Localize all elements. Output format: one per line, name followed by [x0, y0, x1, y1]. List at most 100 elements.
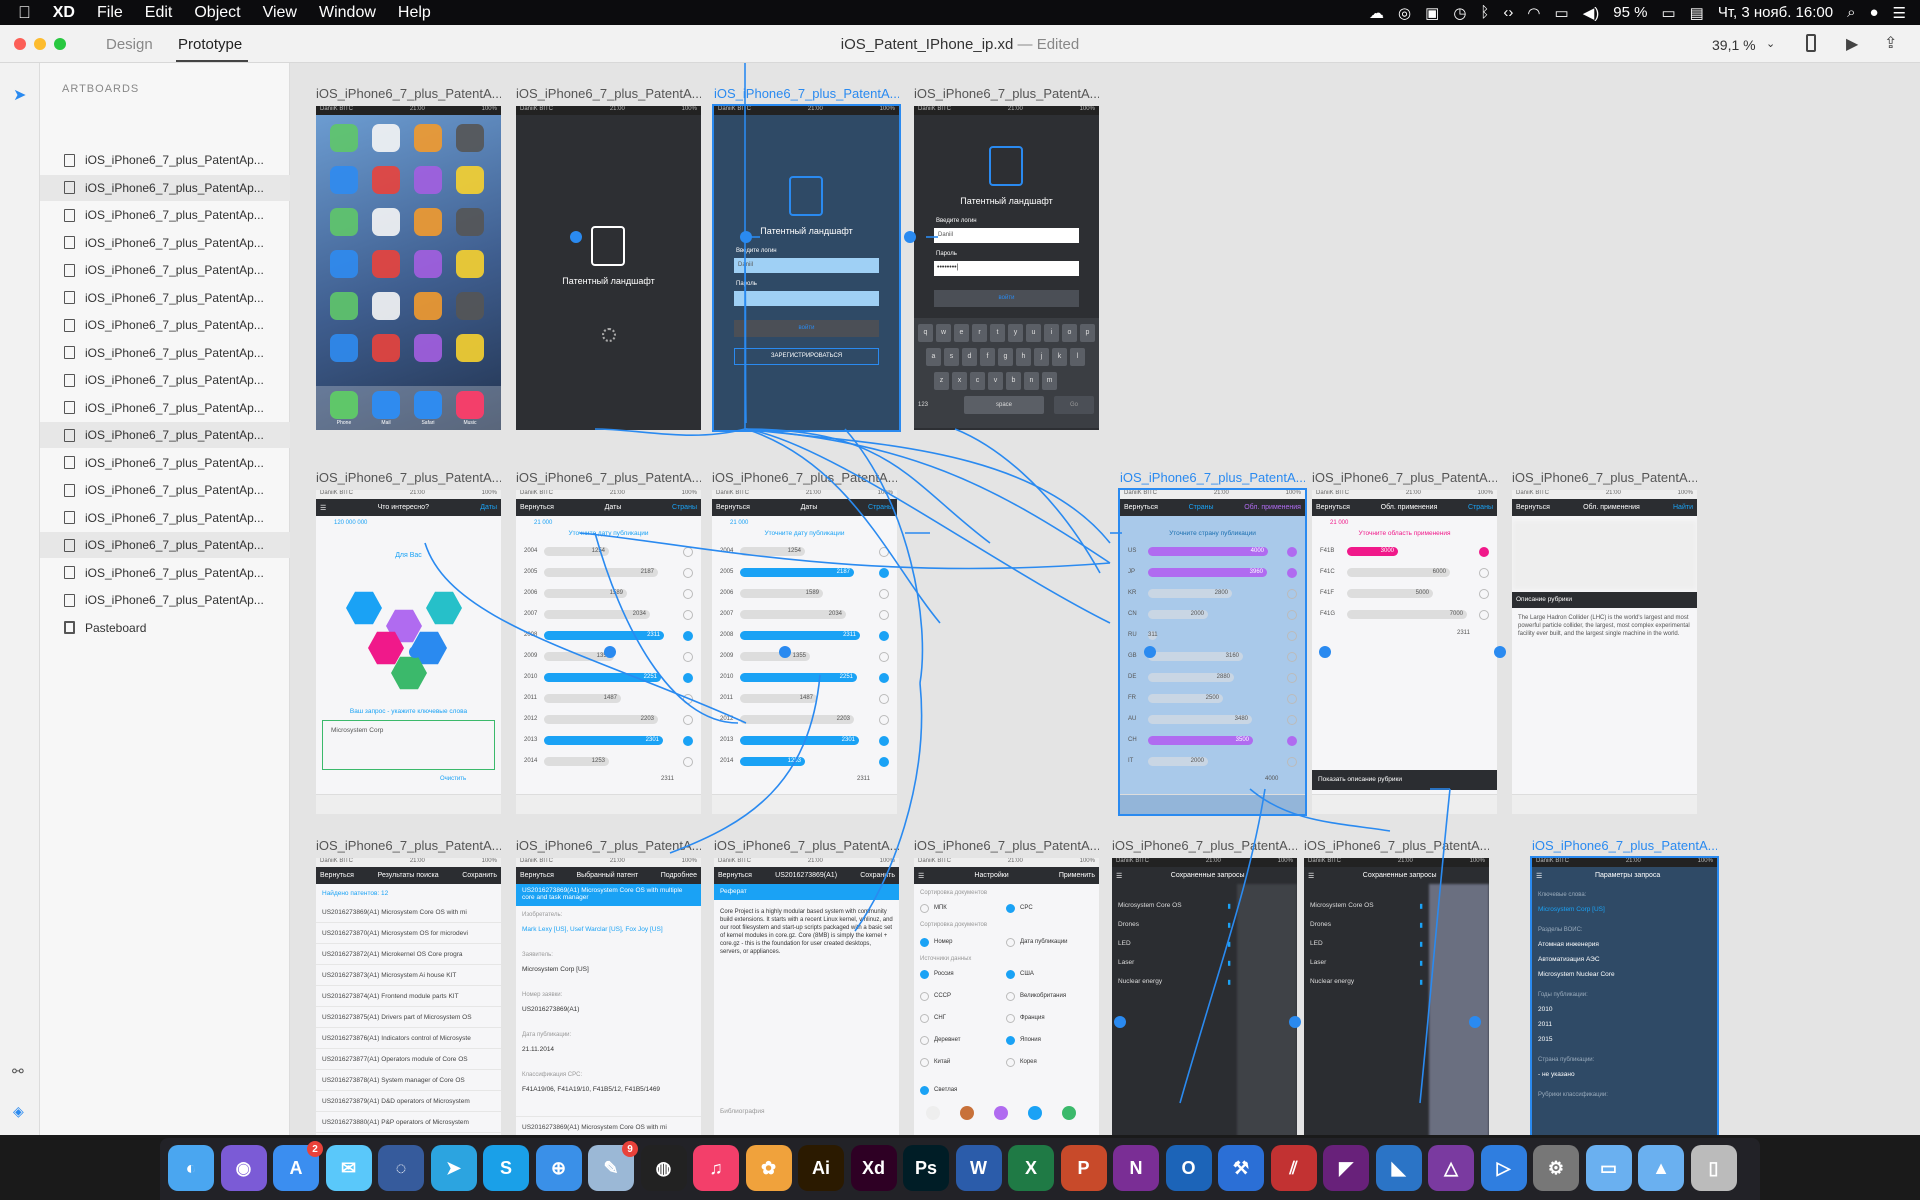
volume-icon[interactable]: ◀) [1583, 4, 1600, 22]
wifi-icon[interactable]: ◠ [1527, 4, 1540, 22]
prototype-wire[interactable] [1179, 788, 1266, 1104]
clock[interactable]: Чт, 3 нояб. 16:00 [1718, 4, 1833, 21]
visual-studio-icon[interactable]: ◤ [1323, 1145, 1369, 1191]
prototype-wire[interactable] [1249, 788, 1391, 832]
time-machine-icon[interactable]: ◷ [1453, 4, 1466, 22]
bluetooth-icon[interactable]: ᛒ [1480, 4, 1489, 21]
code-icon[interactable]: ‹› [1503, 4, 1513, 21]
artboard-list-item[interactable]: iOS_iPhone6_7_plus_PatentAp... [40, 202, 290, 228]
prototype-wire[interactable] [579, 532, 1111, 570]
vs-code-icon[interactable]: ◣ [1375, 1145, 1422, 1191]
battery-text[interactable]: 95 % [1613, 4, 1647, 21]
artboard-list-item[interactable]: iOS_iPhone6_7_plus_PatentAp... [40, 587, 290, 613]
trash-icon[interactable]: ▯ [1690, 1145, 1737, 1191]
menu-view[interactable]: View [263, 4, 297, 22]
wire-handle[interactable] [1144, 646, 1156, 658]
music-icon[interactable]: ♫ [693, 1145, 739, 1191]
artboard-list-item[interactable]: iOS_iPhone6_7_plus_PatentAp... [40, 285, 290, 311]
appstore-icon[interactable]: A2 [273, 1141, 323, 1191]
share-icon[interactable]: ⇪ [1884, 33, 1897, 53]
outlook-icon[interactable]: O [1165, 1145, 1212, 1191]
messages-icon[interactable]: ✉ [325, 1145, 372, 1191]
prototype-wire[interactable] [594, 532, 739, 724]
notification-center-icon[interactable]: ☰ [1893, 4, 1906, 22]
artboard-list-item[interactable]: iOS_iPhone6_7_plus_PatentAp... [40, 395, 290, 421]
play-icon[interactable]: ▶ [1846, 34, 1858, 54]
menu-file[interactable]: File [97, 4, 123, 22]
pasteboard-item[interactable]: Pasteboard [40, 615, 290, 641]
excel-icon[interactable]: X [1008, 1145, 1054, 1191]
finder-icon[interactable]: ◐ [168, 1145, 214, 1191]
menu-object[interactable]: Object [194, 4, 240, 22]
photos-icon[interactable]: ✿ [745, 1145, 792, 1191]
app-menu[interactable]: XD [53, 4, 75, 22]
canvas[interactable]: iOS_iPhone6_7_plus_PatentA... DaniiK BITC… [290, 63, 1920, 1135]
photoshop-icon[interactable]: Ps [903, 1145, 949, 1191]
siri-icon[interactable]: ● [1869, 4, 1878, 21]
xcode-icon[interactable]: ⚒ [1218, 1145, 1264, 1191]
siri-icon[interactable]: ◉ [220, 1145, 267, 1191]
artboard-list-item[interactable]: iOS_iPhone6_7_plus_PatentAp... [40, 340, 290, 366]
artboard-list-item[interactable]: iOS_iPhone6_7_plus_PatentAp... [40, 147, 290, 173]
prototype-wire[interactable] [594, 428, 746, 436]
artboard-list-item[interactable]: iOS_iPhone6_7_plus_PatentAp... [40, 477, 290, 503]
artboard-list-item[interactable]: iOS_iPhone6_7_plus_PatentAp... [40, 532, 290, 558]
prototype-wire[interactable] [744, 262, 747, 424]
artboard-list-item[interactable]: iOS_iPhone6_7_plus_PatentAp... [40, 367, 290, 393]
skype-icon[interactable]: S [483, 1145, 529, 1191]
wire-handle[interactable] [904, 231, 916, 243]
artboard-list-item[interactable]: iOS_iPhone6_7_plus_PatentAp... [40, 450, 290, 476]
prototype-wire[interactable] [424, 542, 747, 724]
chat-icon[interactable]: ◌ [378, 1145, 424, 1191]
prototype-wire[interactable] [745, 428, 1111, 544]
menu-help[interactable]: Help [398, 4, 431, 22]
layers-icon[interactable]: ◈ [13, 1103, 24, 1120]
wire-handle[interactable] [740, 231, 752, 243]
prototype-wire[interactable] [744, 428, 991, 544]
affinity-icon[interactable]: △ [1428, 1145, 1474, 1191]
apps-folder-icon[interactable]: ▲ [1638, 1145, 1684, 1191]
link-tool-icon[interactable]: ⚯ [12, 1063, 24, 1080]
prototype-wire[interactable] [954, 428, 1101, 574]
search-icon[interactable]: ⌕ [1847, 4, 1855, 21]
prototype-wire[interactable] [745, 428, 1111, 624]
device-preview-icon[interactable] [1806, 34, 1816, 52]
word-icon[interactable]: W [955, 1145, 1002, 1191]
safari-icon[interactable]: ⊕ [535, 1145, 582, 1191]
menu-window[interactable]: Window [319, 4, 376, 22]
wire-handle[interactable] [779, 646, 791, 658]
wire-handle[interactable] [604, 646, 616, 658]
preview-icon[interactable]: ✎ 9 [588, 1141, 638, 1191]
wire-handle[interactable] [1494, 646, 1506, 658]
telegram-icon[interactable]: ➤ [430, 1145, 477, 1191]
quicktime-icon[interactable]: ◍ [640, 1145, 687, 1191]
artboard-list-item[interactable]: iOS_iPhone6_7_plus_PatentAp... [40, 422, 290, 448]
wire-handle[interactable] [1114, 1016, 1126, 1028]
flag-icon[interactable]: ▤ [1690, 4, 1704, 22]
parallels-icon[interactable]: ⫽ [1270, 1145, 1317, 1191]
artboard-list-item[interactable]: iOS_iPhone6_7_plus_PatentAp... [40, 174, 290, 201]
screen-icon[interactable]: ▣ [1425, 4, 1439, 22]
wire-handle[interactable] [1319, 646, 1331, 658]
powerpoint-icon[interactable]: P [1060, 1145, 1107, 1191]
artboard-list-item[interactable]: iOS_iPhone6_7_plus_PatentAp... [40, 560, 290, 586]
wire-handle[interactable] [570, 231, 582, 243]
prototype-wire[interactable] [745, 428, 941, 624]
airplay-icon[interactable]: ▭ [1555, 4, 1569, 22]
prototype-wire[interactable] [669, 674, 821, 854]
chevron-down-icon[interactable]: ⌄ [1766, 37, 1775, 50]
select-tool-icon[interactable]: ➤ [13, 85, 26, 105]
artboard-list-item[interactable]: iOS_iPhone6_7_plus_PatentAp... [40, 230, 290, 256]
wire-handle[interactable] [1289, 1016, 1301, 1028]
apple-icon[interactable]:  [18, 3, 31, 23]
artboard-list-item[interactable]: iOS_iPhone6_7_plus_PatentAp... [40, 312, 290, 338]
wire-handle[interactable] [409, 646, 421, 658]
wire-handle[interactable] [1469, 1016, 1481, 1028]
prototype-wire[interactable] [854, 682, 923, 932]
system-prefs-icon[interactable]: ⚙ [1533, 1145, 1579, 1191]
prototype-wire[interactable] [1419, 788, 1451, 1104]
artboard-list-item[interactable]: iOS_iPhone6_7_plus_PatentAp... [40, 505, 290, 531]
cloud-icon[interactable]: ☁ [1369, 4, 1384, 22]
xd-icon[interactable]: Xd [850, 1145, 897, 1191]
zoom-level[interactable]: 39,1 % [1712, 37, 1756, 53]
